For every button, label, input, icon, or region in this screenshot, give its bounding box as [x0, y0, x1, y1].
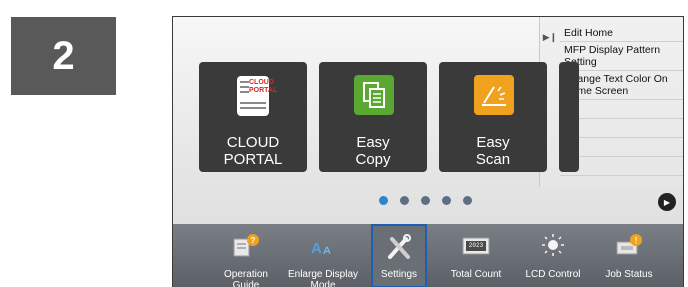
menu-item-edit-home[interactable]: Edit Home: [560, 25, 683, 42]
panel-collapse-arrow-icon[interactable]: ▶❙: [540, 17, 560, 57]
total-count-icon-text: 2023: [468, 242, 484, 249]
job-status-button[interactable]: ! Job Status: [593, 224, 665, 287]
page-dot-active[interactable]: [379, 196, 388, 205]
bottom-bar-label: Operation Guide: [224, 269, 268, 287]
bottom-bar-label: Settings: [380, 269, 418, 280]
next-page-button[interactable]: ▶: [658, 193, 676, 211]
job-status-icon: !: [614, 233, 644, 262]
scan-icon: [474, 75, 514, 115]
cloud-portal-icon-text: PORTAL: [249, 87, 278, 94]
enlarge-display-mode-button[interactable]: A A Enlarge Display Mode: [281, 224, 365, 287]
tile-label: Easy Copy: [355, 134, 391, 168]
tile-easy-copy[interactable]: Easy Copy: [319, 62, 427, 172]
operation-guide-icon: ?: [231, 233, 261, 262]
page-dot[interactable]: [463, 196, 472, 205]
bottom-bar-label: Enlarge Display Mode: [287, 269, 359, 287]
cloud-portal-icon-text: CLOUD: [249, 79, 274, 86]
enlarge-display-icon: A A: [308, 233, 338, 262]
tile-label: Easy Scan: [475, 134, 511, 168]
settings-button[interactable]: Settings: [371, 224, 427, 287]
tile-partial[interactable]: [559, 62, 579, 172]
svg-text:?: ?: [251, 236, 256, 245]
page-dot[interactable]: [442, 196, 451, 205]
page-indicator: [379, 196, 472, 205]
svg-text:A: A: [323, 245, 331, 257]
copy-icon: [354, 75, 394, 115]
bottom-bar-label: Job Status: [605, 269, 653, 280]
step-number-badge: 2: [11, 17, 116, 95]
svg-text:!: !: [635, 236, 638, 245]
tile-easy-scan[interactable]: Easy Scan: [439, 62, 547, 172]
total-count-button[interactable]: 2023 Total Count: [443, 224, 509, 287]
settings-icon: [384, 233, 414, 264]
bottom-bar-label: Total Count: [450, 269, 502, 280]
bottom-bar-label: LCD Control: [525, 269, 581, 280]
operation-guide-button[interactable]: ? Operation Guide: [211, 224, 281, 287]
page-dot[interactable]: [421, 196, 430, 205]
cloud-portal-icon: CLOUD PORTAL: [237, 76, 277, 116]
tile-cloud-portal[interactable]: CLOUD PORTAL CLOUD PORTAL: [199, 62, 307, 172]
total-count-icon: 2023: [461, 233, 491, 262]
lcd-control-icon: [538, 233, 568, 262]
page-dot[interactable]: [400, 196, 409, 205]
svg-text:A: A: [311, 240, 322, 257]
lcd-control-button[interactable]: LCD Control: [513, 224, 593, 287]
tile-label: CLOUD PORTAL: [223, 134, 283, 168]
mfp-home-screen: ▶❙ Edit Home MFP Display Pattern Setting…: [172, 16, 684, 287]
bottom-shortcut-bar: ? Operation Guide A A Enlarge Display Mo…: [173, 224, 683, 287]
